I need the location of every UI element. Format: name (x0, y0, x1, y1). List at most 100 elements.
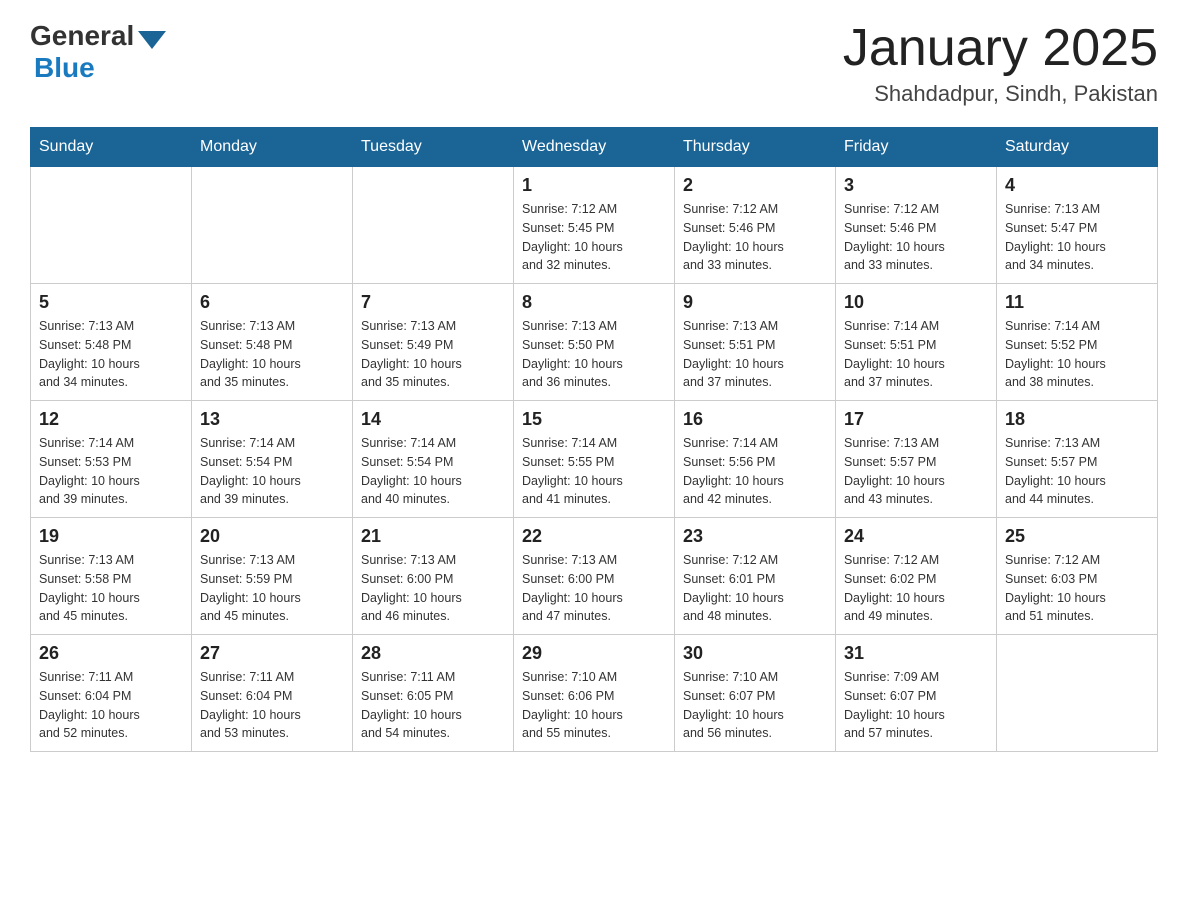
calendar-day-header: Sunday (31, 128, 192, 167)
day-info: Sunrise: 7:11 AMSunset: 6:04 PMDaylight:… (39, 668, 183, 743)
day-info: Sunrise: 7:14 AMSunset: 5:56 PMDaylight:… (683, 434, 827, 509)
day-info: Sunrise: 7:14 AMSunset: 5:53 PMDaylight:… (39, 434, 183, 509)
day-info: Sunrise: 7:13 AMSunset: 5:58 PMDaylight:… (39, 551, 183, 626)
day-info: Sunrise: 7:13 AMSunset: 6:00 PMDaylight:… (522, 551, 666, 626)
day-number: 24 (844, 526, 988, 547)
calendar-week-row: 1Sunrise: 7:12 AMSunset: 5:45 PMDaylight… (31, 167, 1158, 284)
day-info: Sunrise: 7:10 AMSunset: 6:06 PMDaylight:… (522, 668, 666, 743)
day-info: Sunrise: 7:13 AMSunset: 5:48 PMDaylight:… (39, 317, 183, 392)
day-number: 28 (361, 643, 505, 664)
calendar-day-cell: 26 Sunrise: 7:11 AMSunset: 6:04 PMDayligh… (31, 635, 192, 752)
calendar-table: SundayMondayTuesdayWednesdayThursdayFrid… (30, 127, 1158, 752)
calendar-day-cell: 28 Sunrise: 7:11 AMSunset: 6:05 PMDayligh… (353, 635, 514, 752)
day-number: 23 (683, 526, 827, 547)
calendar-day-cell: 25Sunrise: 7:12 AMSunset: 6:03 PMDayligh… (997, 518, 1158, 635)
calendar-day-cell: 21Sunrise: 7:13 AMSunset: 6:00 PMDayligh… (353, 518, 514, 635)
calendar-day-cell: 16 Sunrise: 7:14 AMSunset: 5:56 PMDayligh… (675, 401, 836, 518)
day-info: Sunrise: 7:13 AMSunset: 5:51 PMDaylight:… (683, 317, 827, 392)
day-number: 21 (361, 526, 505, 547)
calendar-day-cell: 7Sunrise: 7:13 AMSunset: 5:49 PMDaylight… (353, 284, 514, 401)
calendar-day-cell (353, 167, 514, 284)
calendar-day-cell: 13Sunrise: 7:14 AMSunset: 5:54 PMDayligh… (192, 401, 353, 518)
calendar-day-cell: 9 Sunrise: 7:13 AMSunset: 5:51 PMDaylight… (675, 284, 836, 401)
calendar-day-cell: 4Sunrise: 7:13 AMSunset: 5:47 PMDaylight… (997, 167, 1158, 284)
calendar-day-cell: 27 Sunrise: 7:11 AMSunset: 6:04 PMDayligh… (192, 635, 353, 752)
calendar-day-cell: 15Sunrise: 7:14 AMSunset: 5:55 PMDayligh… (514, 401, 675, 518)
calendar-day-cell: 6 Sunrise: 7:13 AMSunset: 5:48 PMDaylight… (192, 284, 353, 401)
day-info: Sunrise: 7:14 AMSunset: 5:52 PMDaylight:… (1005, 317, 1149, 392)
calendar-day-cell: 30 Sunrise: 7:10 AMSunset: 6:07 PMDayligh… (675, 635, 836, 752)
day-info: Sunrise: 7:12 AMSunset: 5:45 PMDaylight:… (522, 200, 666, 275)
day-number: 5 (39, 292, 183, 313)
calendar-week-row: 19 Sunrise: 7:13 AMSunset: 5:58 PMDayligh… (31, 518, 1158, 635)
day-number: 25 (1005, 526, 1149, 547)
logo-blue-text: Blue (34, 52, 95, 84)
calendar-day-cell (997, 635, 1158, 752)
day-number: 17 (844, 409, 988, 430)
calendar-week-row: 26 Sunrise: 7:11 AMSunset: 6:04 PMDayligh… (31, 635, 1158, 752)
day-number: 30 (683, 643, 827, 664)
day-info: Sunrise: 7:14 AMSunset: 5:54 PMDaylight:… (361, 434, 505, 509)
calendar-day-cell: 1Sunrise: 7:12 AMSunset: 5:45 PMDaylight… (514, 167, 675, 284)
day-number: 12 (39, 409, 183, 430)
calendar-day-cell: 2 Sunrise: 7:12 AMSunset: 5:46 PMDaylight… (675, 167, 836, 284)
calendar-day-cell: 14 Sunrise: 7:14 AMSunset: 5:54 PMDayligh… (353, 401, 514, 518)
calendar-day-header: Saturday (997, 128, 1158, 167)
logo-arrow-icon (138, 31, 166, 49)
day-info: Sunrise: 7:14 AMSunset: 5:54 PMDaylight:… (200, 434, 344, 509)
day-info: Sunrise: 7:10 AMSunset: 6:07 PMDaylight:… (683, 668, 827, 743)
day-number: 20 (200, 526, 344, 547)
day-info: Sunrise: 7:13 AMSunset: 5:50 PMDaylight:… (522, 317, 666, 392)
day-number: 11 (1005, 292, 1149, 313)
day-info: Sunrise: 7:11 AMSunset: 6:05 PMDaylight:… (361, 668, 505, 743)
calendar-day-cell: 31Sunrise: 7:09 AMSunset: 6:07 PMDayligh… (836, 635, 997, 752)
day-info: Sunrise: 7:11 AMSunset: 6:04 PMDaylight:… (200, 668, 344, 743)
day-info: Sunrise: 7:13 AMSunset: 5:59 PMDaylight:… (200, 551, 344, 626)
day-number: 14 (361, 409, 505, 430)
day-number: 27 (200, 643, 344, 664)
day-info: Sunrise: 7:13 AMSunset: 5:57 PMDaylight:… (1005, 434, 1149, 509)
day-info: Sunrise: 7:13 AMSunset: 5:48 PMDaylight:… (200, 317, 344, 392)
month-title: January 2025 (843, 20, 1158, 77)
day-info: Sunrise: 7:12 AMSunset: 5:46 PMDaylight:… (844, 200, 988, 275)
calendar-day-header: Friday (836, 128, 997, 167)
page-header: General Blue January 2025 Shahdadpur, Si… (30, 20, 1158, 107)
day-number: 22 (522, 526, 666, 547)
day-info: Sunrise: 7:12 AMSunset: 6:02 PMDaylight:… (844, 551, 988, 626)
calendar-day-header: Wednesday (514, 128, 675, 167)
day-info: Sunrise: 7:09 AMSunset: 6:07 PMDaylight:… (844, 668, 988, 743)
calendar-day-cell: 20 Sunrise: 7:13 AMSunset: 5:59 PMDayligh… (192, 518, 353, 635)
calendar-day-header: Thursday (675, 128, 836, 167)
calendar-day-cell: 18 Sunrise: 7:13 AMSunset: 5:57 PMDayligh… (997, 401, 1158, 518)
day-info: Sunrise: 7:12 AMSunset: 6:01 PMDaylight:… (683, 551, 827, 626)
calendar-day-cell: 24 Sunrise: 7:12 AMSunset: 6:02 PMDayligh… (836, 518, 997, 635)
day-info: Sunrise: 7:12 AMSunset: 5:46 PMDaylight:… (683, 200, 827, 275)
day-number: 3 (844, 175, 988, 196)
location-text: Shahdadpur, Sindh, Pakistan (843, 81, 1158, 107)
day-number: 8 (522, 292, 666, 313)
day-number: 10 (844, 292, 988, 313)
calendar-week-row: 5 Sunrise: 7:13 AMSunset: 5:48 PMDaylight… (31, 284, 1158, 401)
calendar-day-cell (31, 167, 192, 284)
calendar-day-cell: 12 Sunrise: 7:14 AMSunset: 5:53 PMDayligh… (31, 401, 192, 518)
day-number: 4 (1005, 175, 1149, 196)
day-number: 15 (522, 409, 666, 430)
calendar-day-cell: 5 Sunrise: 7:13 AMSunset: 5:48 PMDaylight… (31, 284, 192, 401)
day-number: 18 (1005, 409, 1149, 430)
calendar-day-cell: 19 Sunrise: 7:13 AMSunset: 5:58 PMDayligh… (31, 518, 192, 635)
calendar-week-row: 12 Sunrise: 7:14 AMSunset: 5:53 PMDayligh… (31, 401, 1158, 518)
day-number: 16 (683, 409, 827, 430)
day-number: 9 (683, 292, 827, 313)
day-number: 19 (39, 526, 183, 547)
logo-general-text: General (30, 20, 134, 52)
calendar-day-cell: 22 Sunrise: 7:13 AMSunset: 6:00 PMDayligh… (514, 518, 675, 635)
calendar-day-header: Tuesday (353, 128, 514, 167)
day-number: 7 (361, 292, 505, 313)
calendar-day-cell: 11 Sunrise: 7:14 AMSunset: 5:52 PMDayligh… (997, 284, 1158, 401)
day-number: 2 (683, 175, 827, 196)
calendar-day-cell: 8 Sunrise: 7:13 AMSunset: 5:50 PMDaylight… (514, 284, 675, 401)
day-number: 6 (200, 292, 344, 313)
calendar-day-cell: 17Sunrise: 7:13 AMSunset: 5:57 PMDayligh… (836, 401, 997, 518)
calendar-day-cell: 29Sunrise: 7:10 AMSunset: 6:06 PMDayligh… (514, 635, 675, 752)
day-number: 26 (39, 643, 183, 664)
